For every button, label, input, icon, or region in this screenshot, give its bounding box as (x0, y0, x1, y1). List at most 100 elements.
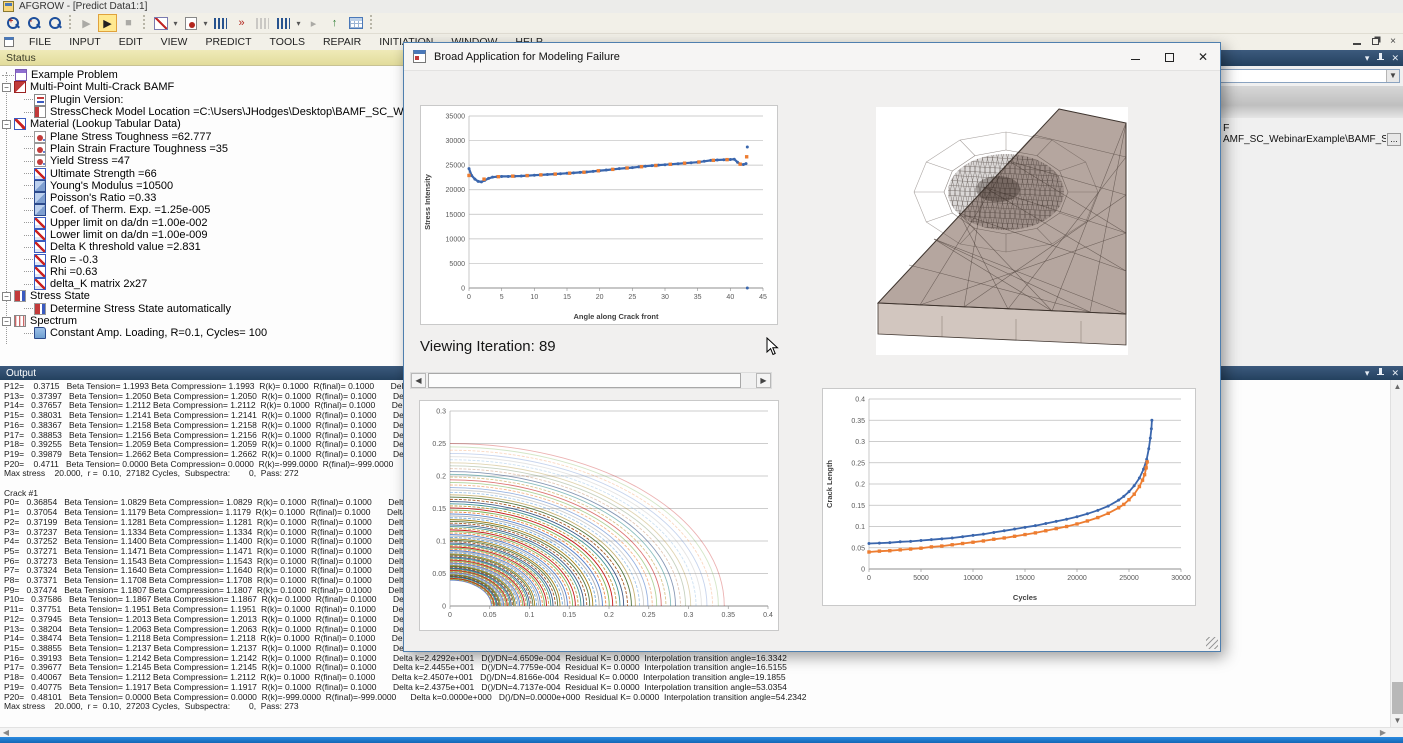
upload-button[interactable]: ↑ (325, 14, 344, 32)
close-icon[interactable]: ✕ (1391, 368, 1399, 379)
svg-text:25000: 25000 (1119, 575, 1139, 582)
menu-item-view[interactable]: VIEW (152, 36, 197, 48)
slider-right-icon[interactable]: ▶ (756, 373, 771, 388)
tree-item-label: Spectrum (30, 315, 77, 327)
svg-text:25: 25 (628, 294, 636, 301)
mdi-close-button[interactable]: × (1387, 35, 1399, 47)
svg-text:0: 0 (867, 575, 871, 582)
svg-text:0.05: 0.05 (851, 545, 865, 552)
chevron-down-icon[interactable]: ▾ (1365, 54, 1370, 63)
collapse-icon[interactable]: − (2, 120, 11, 129)
chevron-down-icon[interactable]: ▾ (1365, 368, 1370, 379)
mouse-cursor (766, 337, 779, 361)
propchart-icon (34, 254, 46, 266)
menu-item-edit[interactable]: EDIT (110, 36, 152, 48)
model-path-fragment: AMF_SC_WebinarExample\BAMF_SC_webin (1223, 134, 1386, 145)
tree-connector (24, 148, 33, 149)
iteration-slider[interactable]: ◀ ▶ (410, 372, 772, 389)
tree-connector (24, 247, 33, 248)
svg-text:35: 35 (694, 294, 702, 301)
scroll-down-icon[interactable]: ▼ (1391, 714, 1403, 727)
svg-text:0.15: 0.15 (851, 503, 865, 510)
repair-button[interactable]: ▸ (304, 14, 323, 32)
svg-text:0.1: 0.1 (525, 612, 535, 619)
browse-button[interactable]: ... (1387, 133, 1401, 146)
slider-thumb[interactable] (428, 373, 741, 388)
beta-plot-dropdown[interactable]: ▾ (171, 14, 180, 32)
svg-text:20000: 20000 (446, 187, 466, 194)
dialog-title-bar[interactable]: Broad Application for Modeling Failure ✕ (404, 43, 1220, 71)
spectrum-pause-button[interactable] (253, 14, 272, 32)
menu-item-input[interactable]: INPUT (60, 36, 110, 48)
tree-connector (24, 308, 33, 309)
collapse-icon[interactable]: − (2, 83, 11, 92)
window-title: AFGROW - [Predict Data1:1] (19, 1, 147, 12)
svg-text:35000: 35000 (446, 114, 466, 121)
slider-left-icon[interactable]: ◀ (411, 373, 426, 388)
main-toolbar: +-▶▶■▾▾»▾▸↑ (0, 13, 1403, 34)
output-vertical-scrollbar[interactable]: ▲ ▼ (1390, 380, 1403, 727)
maximize-button[interactable] (1152, 43, 1186, 71)
close-button[interactable]: ✕ (1186, 43, 1220, 71)
tree-connector (24, 210, 33, 211)
svg-text:0: 0 (861, 567, 865, 574)
svg-text:0.3: 0.3 (436, 409, 446, 416)
svg-text:20: 20 (596, 294, 604, 301)
tree-item-label: Plain Strain Fracture Toughness =35 (50, 143, 228, 155)
svg-text:0.3: 0.3 (855, 439, 865, 446)
minimize-button[interactable] (1118, 43, 1152, 71)
menu-item-file[interactable]: FILE (20, 36, 60, 48)
spectrum-view-button[interactable] (211, 14, 230, 32)
output-horizontal-scrollbar[interactable]: ◀ ▶ (0, 727, 1403, 737)
collapse-icon[interactable]: − (2, 317, 11, 326)
document-icon[interactable] (4, 37, 14, 47)
resize-grip[interactable] (1206, 637, 1218, 649)
mdi-minimize-button[interactable] (1351, 35, 1363, 47)
close-icon[interactable]: ✕ (1391, 54, 1399, 63)
mdi-restore-button[interactable] (1369, 35, 1381, 47)
scroll-up-icon[interactable]: ▲ (1391, 380, 1403, 393)
tree-connector (2, 75, 14, 76)
bamf-icon (14, 81, 26, 93)
propchart-icon (34, 278, 46, 290)
svg-text:30000: 30000 (446, 138, 466, 145)
cycle-plot-button[interactable] (274, 14, 293, 32)
tree-item-label: Multi-Point Multi-Crack BAMF (30, 81, 174, 93)
zoom-out-button[interactable]: - (24, 14, 43, 32)
table-button[interactable] (346, 14, 365, 32)
pin-icon[interactable] (1376, 53, 1384, 63)
svg-text:10000: 10000 (963, 575, 983, 582)
pin-icon[interactable] (1376, 368, 1384, 378)
viewing-iteration-label: Viewing Iteration: 89 (420, 338, 556, 355)
tree-connector (24, 259, 33, 260)
scrollbar-thumb[interactable] (1392, 682, 1403, 714)
fast-forward-button[interactable]: » (232, 14, 251, 32)
menu-item-repair[interactable]: REPAIR (314, 36, 370, 48)
step-button[interactable]: ▶ (77, 14, 96, 32)
svg-text:0.1: 0.1 (855, 524, 865, 531)
tree-item-label: Young's Modulus =10500 (50, 180, 173, 192)
svg-text:0.1: 0.1 (436, 539, 446, 546)
svg-text:15000: 15000 (446, 212, 466, 219)
collapse-icon[interactable]: − (2, 292, 11, 301)
zoom-previous-button[interactable] (45, 14, 64, 32)
chevron-down-icon[interactable]: ▼ (1386, 70, 1399, 82)
model-icon (34, 106, 46, 118)
menu-item-tools[interactable]: TOOLS (261, 36, 314, 48)
menu-item-predict[interactable]: PREDICT (196, 36, 260, 48)
crack-marker-button[interactable] (181, 14, 200, 32)
status-panel-title: Status (6, 52, 36, 64)
cycle-plot-dropdown[interactable]: ▾ (294, 14, 303, 32)
svg-text:0.2: 0.2 (604, 612, 614, 619)
svg-text:15000: 15000 (1015, 575, 1035, 582)
crack-marker-dropdown[interactable]: ▾ (201, 14, 210, 32)
tree-item-label: Poisson's Ratio =0.33 (50, 192, 156, 204)
zoom-in-button[interactable]: + (3, 14, 22, 32)
beta-plot-button[interactable] (151, 14, 170, 32)
stop-button[interactable]: ■ (119, 14, 138, 32)
run-button[interactable]: ▶ (98, 14, 117, 32)
tree-item-label: Constant Amp. Loading, R=0.1, Cycles= 10… (50, 327, 267, 339)
svg-text:0.25: 0.25 (432, 441, 446, 448)
tree-item-label: Ultimate Strength =66 (50, 168, 157, 180)
propred-icon (34, 143, 46, 155)
